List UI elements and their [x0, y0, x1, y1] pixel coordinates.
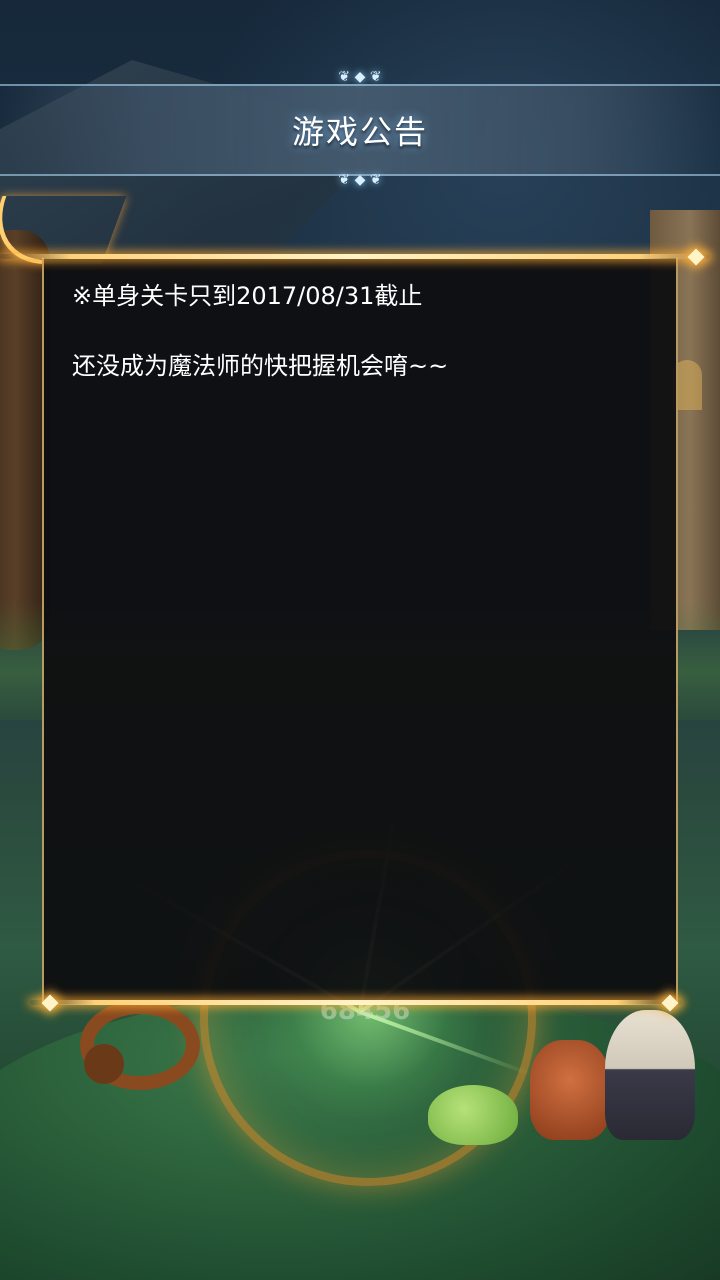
- slime-character: [428, 1085, 518, 1145]
- ornament-top-icon: ❦ ◆ ❦: [338, 69, 382, 85]
- heroine-character: [605, 1010, 695, 1140]
- monster-character: [80, 1000, 200, 1090]
- notice-line: ※单身关卡只到2017/08/31截止: [72, 282, 423, 310]
- notice-content: ※单身关卡只到2017/08/31截止 还没成为魔法师的快把握机会唷~~: [72, 280, 652, 382]
- notice-line: 还没成为魔法师的快把握机会唷~~: [72, 352, 449, 380]
- panel-top-border: [0, 254, 710, 259]
- panel-bottom-border: [30, 1000, 682, 1005]
- goblin-character: [530, 1040, 610, 1140]
- page-title: 游戏公告: [291, 113, 428, 151]
